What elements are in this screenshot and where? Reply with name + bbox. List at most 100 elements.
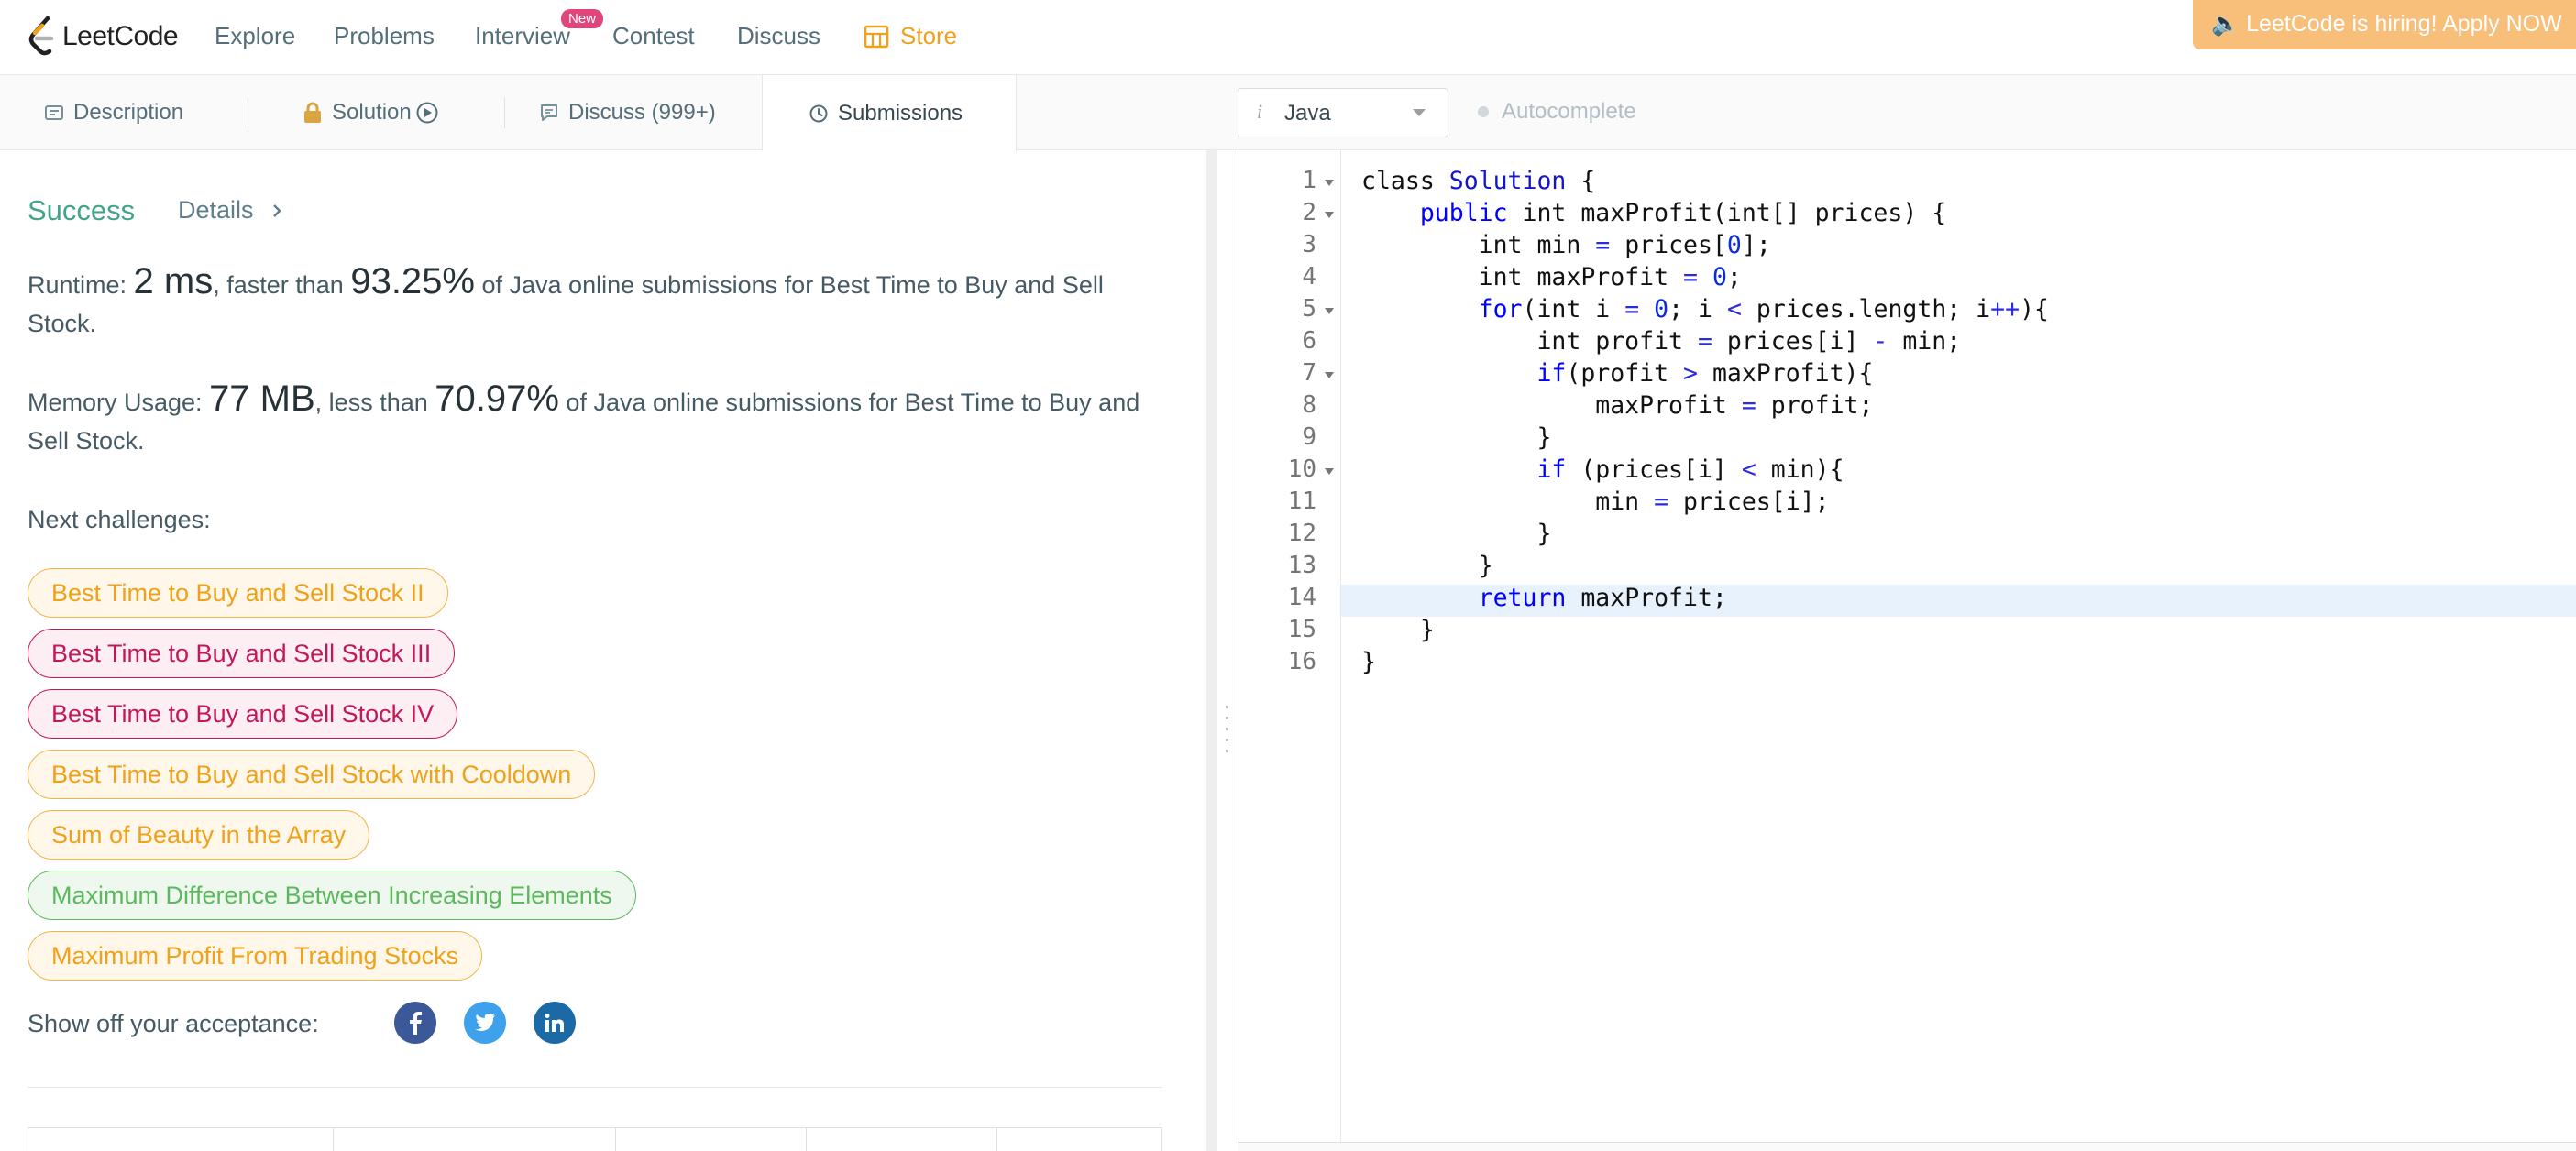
runtime-label: Runtime: <box>28 271 134 299</box>
resize-handle-icon[interactable] <box>1226 706 1229 761</box>
fold-arrow-icon[interactable] <box>1325 180 1334 186</box>
new-badge: New <box>561 9 604 28</box>
facebook-icon[interactable] <box>394 1002 436 1044</box>
line-number: 11 <box>1287 488 1316 515</box>
tab-solution-label: Solution <box>332 100 412 125</box>
memory-percentile: 70.97% <box>435 378 559 419</box>
challenge-chip[interactable]: Sum of Beauty in the Array <box>28 810 370 860</box>
tab-submissions-label: Submissions <box>838 100 963 126</box>
lock-icon <box>304 102 321 123</box>
fold-arrow-icon[interactable] <box>1325 212 1334 218</box>
line-number: 16 <box>1287 648 1316 675</box>
language-value: Java <box>1284 101 1331 126</box>
details-link[interactable]: Details <box>178 196 254 225</box>
challenge-chip[interactable]: Best Time to Buy and Sell Stock with Coo… <box>28 750 596 799</box>
runtime-percentile: 93.25% <box>350 261 475 301</box>
line-number: 12 <box>1287 520 1316 547</box>
code-line[interactable]: int profit = prices[i] - min; <box>1361 325 1961 357</box>
code-line[interactable]: int min = prices[0]; <box>1361 229 1771 261</box>
panel-splitter[interactable] <box>1206 150 1225 1151</box>
hiring-banner[interactable]: 🔈 LeetCode is hiring! Apply NOW <box>2193 0 2576 49</box>
line-number: 15 <box>1287 616 1316 643</box>
challenge-chip[interactable]: Best Time to Buy and Sell Stock IV <box>28 689 458 739</box>
editor-toolbar: i Java Autocomplete <box>1225 75 2576 150</box>
autocomplete-label[interactable]: Autocomplete <box>1502 99 1636 125</box>
code-line[interactable]: maxProfit = profit; <box>1361 389 1873 422</box>
code-line[interactable]: } <box>1361 646 1376 678</box>
challenge-chip[interactable]: Best Time to Buy and Sell Stock II <box>28 568 448 618</box>
store-label: Store <box>900 22 958 49</box>
code-line[interactable]: } <box>1361 422 1551 454</box>
tab-description[interactable]: Description <box>44 75 183 150</box>
result-status: Success <box>28 194 136 226</box>
tab-submissions[interactable]: Submissions <box>762 75 1017 151</box>
challenge-chip[interactable]: Maximum Difference Between Increasing El… <box>28 871 636 920</box>
line-number: 5 <box>1302 295 1316 323</box>
chevron-down-icon <box>1413 109 1426 116</box>
memory-text: , less than <box>314 389 435 416</box>
line-number: 7 <box>1302 359 1316 387</box>
runtime-value: 2 ms <box>133 261 214 301</box>
autocomplete-toggle-dot[interactable] <box>1478 106 1489 117</box>
code-editor[interactable]: 1 2 3 4 5 6 7 8 9 10 11 12 13 14 15 16 class Solution {… <box>1238 150 2576 1142</box>
info-icon: i <box>1257 100 1263 123</box>
memory-value: 77 MB <box>209 378 315 419</box>
line-number: 8 <box>1302 391 1316 419</box>
nav-store[interactable]: Store <box>864 22 957 50</box>
challenge-chip[interactable]: Best Time to Buy and Sell Stock III <box>28 629 456 678</box>
code-line[interactable]: return maxProfit; <box>1361 582 1727 614</box>
code-line[interactable]: min = prices[i]; <box>1361 486 1829 518</box>
leetcode-logo[interactable]: LeetCode <box>24 13 179 60</box>
tab-solution[interactable]: Solution <box>303 75 439 150</box>
tab-discuss[interactable]: Discuss (999+) <box>539 75 716 150</box>
code-line[interactable]: public int maxProfit(int[] prices) { <box>1361 197 1946 229</box>
play-circle-icon <box>416 102 438 124</box>
editor-bottom-bar <box>1238 1142 2576 1151</box>
line-number: 10 <box>1287 455 1316 483</box>
store-icon <box>864 25 889 48</box>
nav-discuss[interactable]: Discuss <box>737 22 820 50</box>
fold-arrow-icon[interactable] <box>1325 468 1334 475</box>
nav-explore[interactable]: Explore <box>215 22 295 50</box>
challenge-chip[interactable]: Maximum Profit From Trading Stocks <box>28 931 483 981</box>
clock-icon <box>809 104 828 122</box>
code-line[interactable]: class Solution { <box>1361 165 1595 197</box>
code-line[interactable]: } <box>1361 550 1493 582</box>
runtime-text: , faster than <box>213 271 351 299</box>
code-line[interactable]: if (prices[i] < min){ <box>1361 454 1844 486</box>
fold-arrow-icon[interactable] <box>1325 372 1334 378</box>
fold-arrow-icon[interactable] <box>1325 308 1334 314</box>
line-number: 1 <box>1302 167 1316 194</box>
linkedin-icon[interactable] <box>534 1002 576 1044</box>
problem-tabs: Description Solution Discuss (999+) Subm… <box>0 75 1225 151</box>
submissions-table-header <box>28 1127 1162 1151</box>
code-line[interactable]: } <box>1361 614 1435 646</box>
memory-summary: Memory Usage: 77 MB, less than 70.97% of… <box>28 379 1173 460</box>
comment-icon <box>541 104 557 121</box>
line-number: 13 <box>1287 552 1316 579</box>
tab-divider <box>504 97 505 128</box>
line-number-gutter: 1 2 3 4 5 6 7 8 9 10 11 12 13 14 15 16 <box>1238 150 1341 1142</box>
submission-result-panel: Success Details Runtime: 2 ms, faster th… <box>0 150 1206 1151</box>
line-number: 9 <box>1302 423 1316 451</box>
twitter-icon[interactable] <box>464 1002 506 1044</box>
line-number: 2 <box>1302 199 1316 226</box>
leetcode-logo-icon <box>28 16 54 56</box>
line-number: 6 <box>1302 327 1316 355</box>
chevron-right-icon[interactable] <box>271 202 282 220</box>
tab-description-label: Description <box>73 100 184 125</box>
tab-discuss-label: Discuss (999+) <box>568 100 716 125</box>
nav-problems[interactable]: Problems <box>334 22 435 50</box>
code-line[interactable]: if(profit > maxProfit){ <box>1361 357 1873 389</box>
nav-contest[interactable]: Contest <box>612 22 695 50</box>
code-line[interactable]: for(int i = 0; i < prices.length; i++){ <box>1361 293 2049 325</box>
line-number: 14 <box>1287 584 1316 611</box>
nav-interview[interactable]: Interview <box>475 22 570 50</box>
next-challenges-label: Next challenges: <box>28 506 211 533</box>
language-select[interactable]: i Java <box>1238 88 1448 137</box>
share-label: Show off your acceptance: <box>28 1010 319 1037</box>
description-icon <box>45 105 63 120</box>
line-number: 3 <box>1302 231 1316 258</box>
code-line[interactable]: int maxProfit = 0; <box>1361 261 1742 293</box>
code-line[interactable]: } <box>1361 518 1551 550</box>
